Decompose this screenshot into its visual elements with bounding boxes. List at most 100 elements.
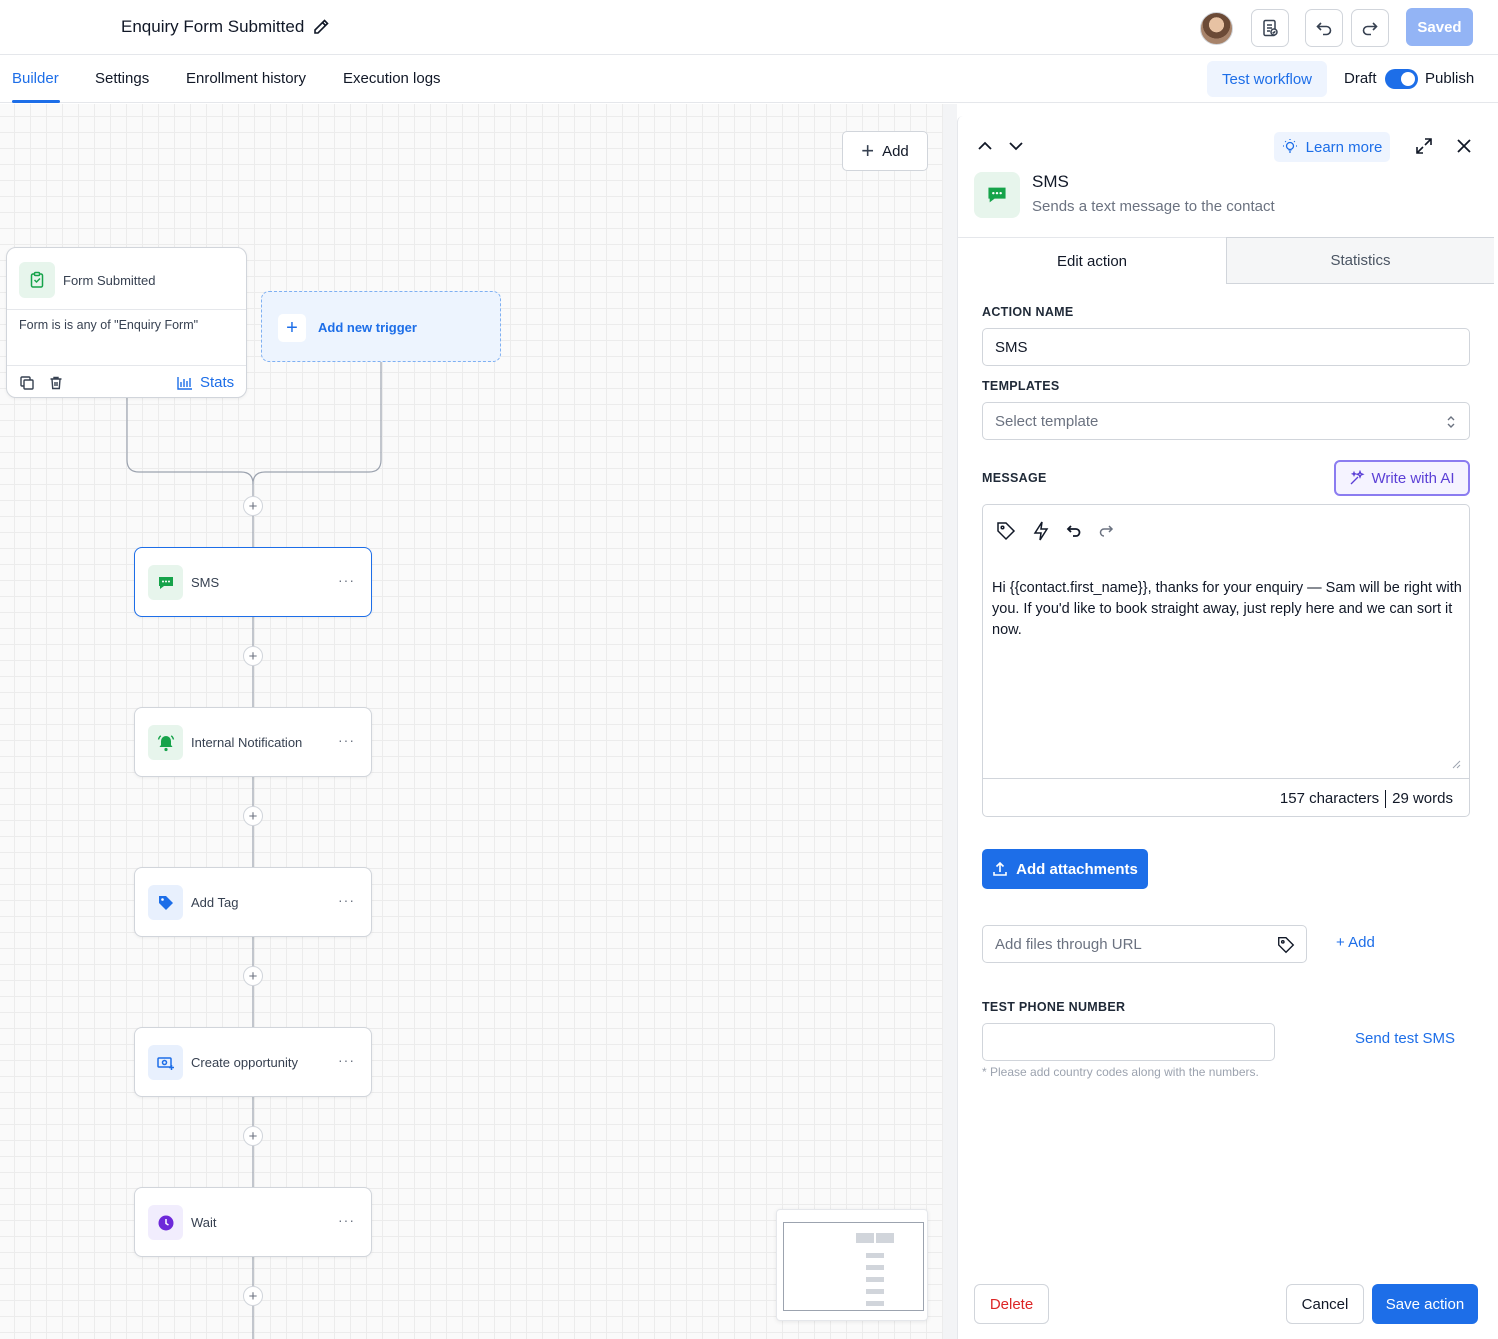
add-step-button[interactable]: + <box>243 496 263 516</box>
plus-icon: + <box>861 138 875 163</box>
write-with-ai-label: Write with AI <box>1371 469 1455 487</box>
saved-button[interactable]: Saved <box>1406 8 1473 46</box>
more-icon[interactable]: ··· <box>338 1052 355 1068</box>
add-step-button[interactable]: + <box>243 966 263 986</box>
test-workflow-button[interactable]: Test workflow <box>1207 61 1327 97</box>
message-editor[interactable]: Hi {{contact.first_name}}, thanks for yo… <box>982 504 1470 817</box>
minimap-node <box>866 1289 884 1294</box>
minimap-node <box>856 1233 874 1243</box>
add-step-button[interactable]: + <box>243 1126 263 1146</box>
trigger-card[interactable]: Form Submitted Form is is any of "Enquir… <box>6 247 247 398</box>
minimap-viewport[interactable] <box>783 1222 924 1311</box>
add-step-button[interactable]: + <box>243 646 263 666</box>
lightbulb-icon <box>1282 139 1297 153</box>
canvas-add-button[interactable]: + Add <box>842 131 928 171</box>
document-check-icon <box>1263 19 1278 37</box>
trigger-footer: Stats <box>7 365 246 399</box>
resize-handle-icon[interactable] <box>1451 759 1461 769</box>
message-icon <box>974 172 1020 218</box>
tag-icon <box>148 885 183 920</box>
node-label: Wait <box>191 1215 217 1230</box>
undo-button[interactable] <box>1305 9 1343 47</box>
tab-edit-action[interactable]: Edit action <box>958 237 1226 284</box>
message-label: MESSAGE <box>982 471 1047 485</box>
node-add-tag[interactable]: Add Tag ··· <box>134 867 372 937</box>
node-label: Internal Notification <box>191 735 303 750</box>
file-url-placeholder: Add files through URL <box>995 935 1142 953</box>
sparkle-icon <box>1350 470 1366 485</box>
add-step-button[interactable]: + <box>243 806 263 826</box>
publish-toggle[interactable] <box>1385 69 1418 89</box>
minimap-node <box>866 1277 884 1282</box>
clipboard-icon <box>19 262 55 298</box>
node-sms[interactable]: SMS ··· <box>134 547 372 617</box>
document-check-button[interactable] <box>1251 9 1289 47</box>
undo-icon[interactable] <box>1065 522 1083 540</box>
word-count: 29 words <box>1392 790 1453 807</box>
more-icon[interactable]: ··· <box>338 1212 355 1228</box>
avatar[interactable] <box>1200 12 1233 45</box>
minimap[interactable] <box>776 1209 928 1321</box>
bar-chart-icon <box>177 376 192 390</box>
file-url-input[interactable]: Add files through URL <box>982 925 1307 963</box>
action-name-label: ACTION NAME <box>982 305 1074 319</box>
node-label: SMS <box>191 575 220 590</box>
template-placeholder: Select template <box>995 412 1099 430</box>
copy-icon[interactable] <box>19 375 35 391</box>
add-label: Add <box>882 142 909 160</box>
more-icon[interactable]: ··· <box>338 572 355 588</box>
add-url-link[interactable]: + Add <box>1336 934 1375 951</box>
trigger-description: Form is is any of "Enquiry Form" <box>19 318 199 332</box>
stats-link[interactable]: Stats <box>177 374 234 391</box>
add-attachments-button[interactable]: Add attachments <box>982 849 1148 889</box>
trash-icon[interactable] <box>48 375 64 391</box>
action-name-input[interactable]: SMS <box>982 328 1470 366</box>
lightning-icon[interactable] <box>1031 520 1051 542</box>
add-new-trigger-label: Add new trigger <box>318 320 417 335</box>
redo-icon[interactable] <box>1097 522 1115 540</box>
minimap-node <box>866 1253 884 1258</box>
chevron-down-icon[interactable] <box>1006 136 1026 156</box>
save-action-button[interactable]: Save action <box>1372 1284 1478 1324</box>
plus-icon: + <box>278 314 306 342</box>
minimap-node <box>866 1301 884 1306</box>
write-with-ai-button[interactable]: Write with AI <box>1334 460 1470 496</box>
node-internal-notification[interactable]: Internal Notification ··· <box>134 707 372 777</box>
templates-label: TEMPLATES <box>982 379 1060 393</box>
test-phone-input[interactable] <box>982 1023 1275 1061</box>
redo-button[interactable] <box>1351 9 1389 47</box>
expand-icon[interactable] <box>1414 136 1434 156</box>
more-icon[interactable]: ··· <box>338 732 355 748</box>
chevron-up-icon[interactable] <box>975 136 995 156</box>
stats-label: Stats <box>200 374 235 391</box>
send-test-sms-link[interactable]: Send test SMS <box>1355 1030 1455 1047</box>
learn-more-button[interactable]: Learn more <box>1274 132 1390 162</box>
cancel-button[interactable]: Cancel <box>1286 1284 1364 1324</box>
message-icon <box>148 565 183 600</box>
add-step-button[interactable]: + <box>243 1286 263 1306</box>
counter-divider <box>1385 789 1387 808</box>
message-text[interactable]: Hi {{contact.first_name}}, thanks for yo… <box>992 578 1468 641</box>
node-wait[interactable]: Wait ··· <box>134 1187 372 1257</box>
trigger-title: Form Submitted <box>63 273 156 288</box>
bell-icon <box>148 725 183 760</box>
node-create-opportunity[interactable]: Create opportunity ··· <box>134 1027 372 1097</box>
template-select[interactable]: Select template <box>982 402 1470 440</box>
draft-label: Draft <box>1344 70 1377 87</box>
close-icon[interactable] <box>1454 136 1474 156</box>
add-new-trigger[interactable]: + Add new trigger <box>261 291 501 362</box>
opportunity-icon <box>148 1045 183 1080</box>
minimap-node <box>866 1265 884 1270</box>
message-counter: 157 characters 29 words <box>983 778 1469 818</box>
more-icon[interactable]: ··· <box>338 892 355 908</box>
connector-lines <box>126 362 382 1339</box>
tag-icon[interactable] <box>995 520 1017 542</box>
minimap-node <box>876 1233 894 1243</box>
tab-statistics[interactable]: Statistics <box>1226 237 1494 284</box>
canvas-divider <box>943 104 957 1339</box>
undo-icon <box>1316 22 1332 36</box>
delete-button[interactable]: Delete <box>974 1284 1049 1324</box>
node-label: Add Tag <box>191 895 239 910</box>
tag-icon[interactable] <box>1276 935 1296 955</box>
redo-icon <box>1362 22 1378 36</box>
